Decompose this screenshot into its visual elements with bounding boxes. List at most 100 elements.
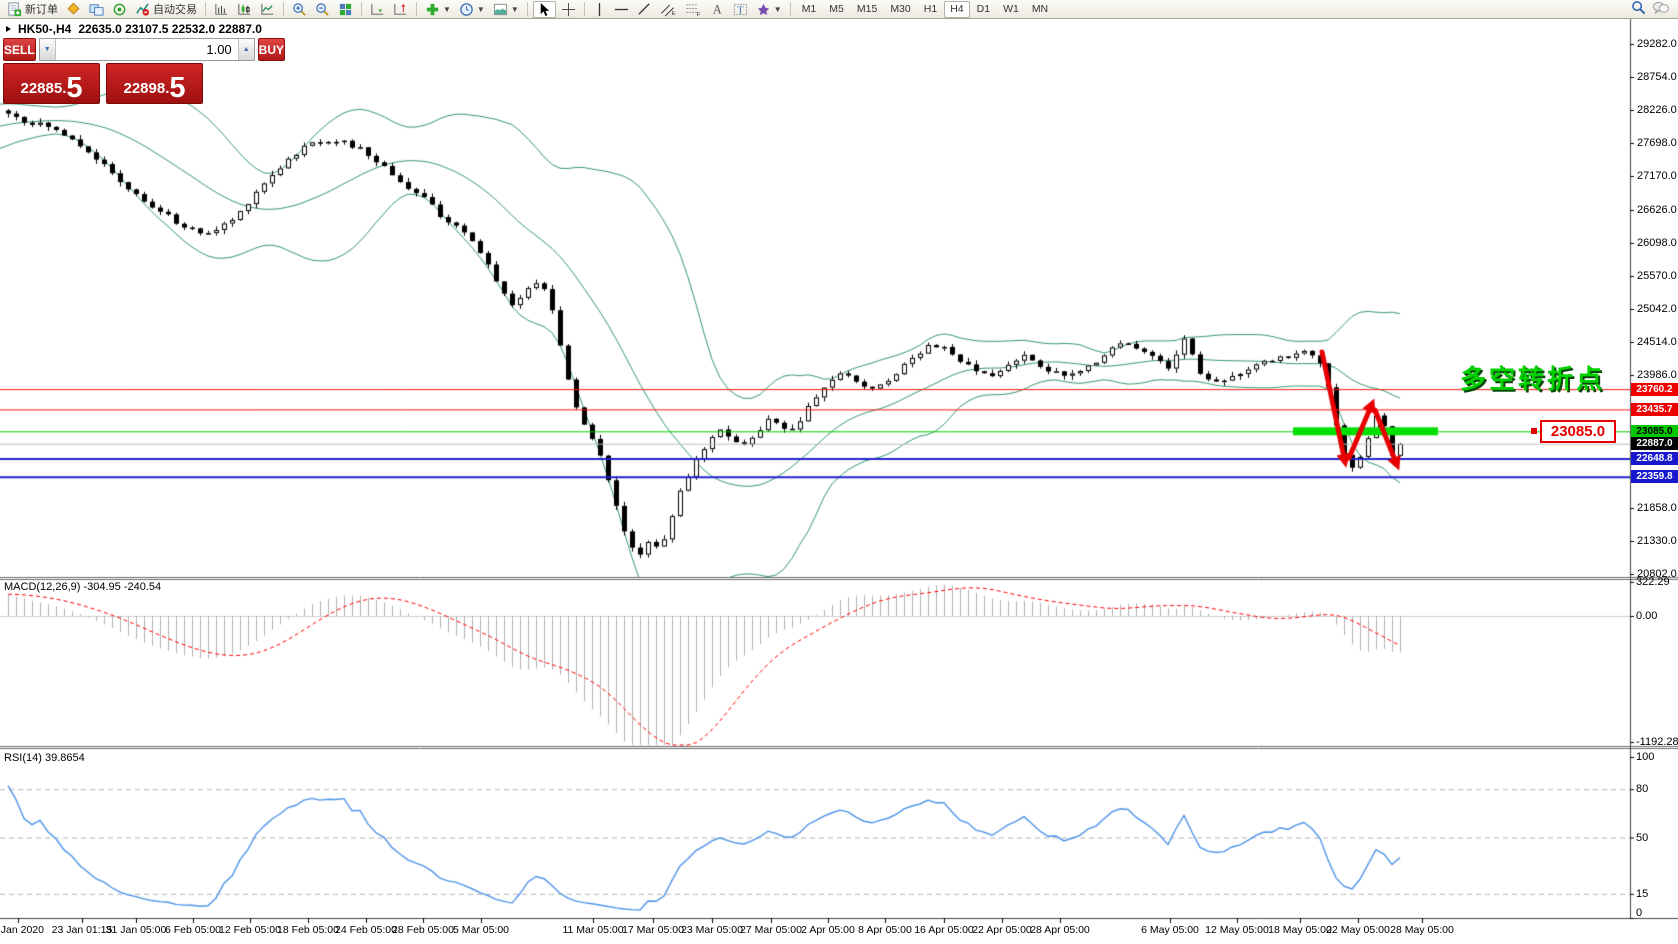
new-order-button[interactable]: 新订单: [4, 1, 61, 18]
equidistant-channel-icon: E: [660, 2, 677, 17]
timeframe-H4[interactable]: H4: [944, 0, 970, 18]
buy-price-panel[interactable]: 22898 . 5: [106, 63, 203, 104]
chat-icon[interactable]: [1652, 0, 1670, 18]
volume-input[interactable]: [55, 39, 238, 60]
new-order-icon: [7, 1, 22, 17]
volume-decrease-button[interactable]: ▼: [39, 39, 56, 60]
time-tick-label: 22 Apr 05:00: [972, 924, 1032, 936]
toolbar-separator: [789, 2, 791, 16]
zoom-out-button[interactable]: [312, 1, 333, 18]
svg-text:T: T: [737, 5, 744, 16]
timeframe-group: M1 M5 M15 M30 H1 H4 D1 W1 MN: [796, 0, 1054, 18]
rsi-tick-label: 50: [1636, 831, 1649, 844]
zoom-in-button[interactable]: [289, 1, 310, 18]
time-tick-label: 23 Mar 05:00: [681, 924, 743, 936]
search-icon[interactable]: [1631, 0, 1646, 18]
signal-button[interactable]: [109, 1, 130, 18]
timeframe-M15[interactable]: M15: [851, 1, 883, 18]
time-tick-label: 18 May 05:00: [1268, 924, 1332, 936]
price-tick-label: 25570.0: [1637, 270, 1677, 282]
highlighter-button[interactable]: [63, 1, 84, 18]
price-tick-label: 21858.0: [1637, 502, 1677, 514]
buy-button[interactable]: BUY: [257, 38, 286, 61]
time-tick-label: 6 May 05:00: [1141, 924, 1199, 936]
time-tick-label: 27 Mar 05:00: [740, 924, 802, 936]
autotrade-button[interactable]: 自动交易: [132, 1, 200, 18]
line-chart-icon: [260, 2, 275, 17]
toolbar-separator: [283, 2, 284, 16]
trendline-icon: [637, 2, 652, 17]
timeframe-M5[interactable]: M5: [823, 1, 850, 18]
horizontal-line-button[interactable]: [611, 1, 632, 18]
toolbar-separator: [583, 2, 585, 16]
svg-text:F: F: [697, 12, 701, 17]
add-indicator-button[interactable]: ▼: [422, 1, 454, 18]
fibonacci-button[interactable]: F: [682, 1, 705, 18]
cursor-button[interactable]: [532, 0, 556, 18]
chevron-down-icon: ▼: [773, 4, 782, 14]
text-button[interactable]: A: [707, 1, 728, 18]
time-tick-label: 28 Feb 05:00: [392, 924, 454, 936]
sell-price-main: 22885: [20, 80, 63, 97]
price-tick-label: 24514.0: [1637, 336, 1677, 348]
toolbar-separator: [205, 2, 206, 16]
timeframe-D1[interactable]: D1: [971, 1, 996, 18]
level-callout-anchor: [1531, 428, 1537, 434]
macd-tick-label: 322.29: [1636, 575, 1670, 588]
sell-price-big: 5: [66, 72, 83, 104]
vertical-line-button[interactable]: [590, 1, 609, 18]
chart-title: HK50-,H4 22635.0 23107.5 22532.0 22887.0: [6, 22, 262, 36]
sell-price-panel[interactable]: 22885 . 5: [3, 63, 100, 104]
chevron-down-icon: ▼: [510, 4, 519, 14]
channel-button[interactable]: E: [657, 1, 680, 18]
time-tick-label: 23 Jan 01:15: [51, 924, 113, 936]
candle-chart-button[interactable]: [234, 1, 255, 18]
period-button[interactable]: ▼: [456, 1, 488, 18]
auto-scroll-button[interactable]: [367, 1, 388, 18]
timeframe-M30[interactable]: M30: [884, 1, 916, 18]
autotrade-label: 自动交易: [153, 4, 197, 16]
volume-increase-button[interactable]: ▲: [237, 39, 254, 60]
timeframe-MN[interactable]: MN: [1026, 1, 1054, 18]
template-icon: [493, 2, 508, 17]
text-label-button[interactable]: T: [730, 1, 751, 18]
signal-icon: [112, 2, 127, 17]
arrows-button[interactable]: ▼: [753, 1, 785, 18]
timeframe-W1[interactable]: W1: [997, 1, 1025, 18]
time-tick-label: 5 Mar 05:00: [452, 924, 510, 936]
crosshair-button[interactable]: [558, 1, 579, 18]
tile-windows-icon: [338, 2, 353, 17]
template-button[interactable]: ▼: [490, 1, 522, 18]
timeframe-H1[interactable]: H1: [918, 1, 943, 18]
sell-button[interactable]: SELL: [3, 38, 36, 61]
level-callout-label[interactable]: 23085.0: [1540, 420, 1616, 443]
chart-area[interactable]: [0, 0, 1678, 944]
text-icon: A: [710, 2, 725, 17]
toolbar: 新订单 自动交易 ▼ ▼ ▼ E F A T ▼ M1 M5 M15 M30 H…: [0, 0, 1678, 19]
clock-icon: [459, 2, 474, 17]
time-tick-label: 2 Apr 05:00: [801, 924, 855, 936]
price-tick-label: 26626.0: [1637, 204, 1677, 216]
bar-chart-button[interactable]: [211, 1, 232, 18]
time-tick-label: 31 Jan 05:00: [105, 924, 167, 936]
chart-ohlc-label: 22635.0 23107.5 22532.0 22887.0: [78, 22, 262, 36]
chevron-down-icon: ▼: [443, 4, 451, 14]
toolbar-separator: [526, 2, 528, 16]
macd-tick-label: 0.00: [1636, 610, 1658, 622]
horizontal-line-icon: [614, 2, 629, 17]
time-tick-label: 12 Feb 05:00: [219, 924, 281, 936]
trendline-button[interactable]: [634, 1, 655, 18]
chart-shift-button[interactable]: [390, 1, 411, 18]
timeframe-M1[interactable]: M1: [796, 1, 823, 18]
tile-windows-button[interactable]: [335, 1, 356, 18]
auto-scroll-icon: [370, 2, 385, 17]
buy-price-big: 5: [169, 72, 186, 104]
candle-chart-icon: [237, 2, 252, 17]
bar-chart-icon: [214, 2, 229, 17]
one-click-trading-widget: SELL ▼ ▲ BUY 22885 . 5 22898 . 5: [3, 38, 286, 104]
price-level-badge: 23435.7: [1631, 402, 1678, 416]
market-watch-button[interactable]: [86, 1, 107, 18]
highlighter-icon: [66, 2, 81, 17]
market-watch-icon: [89, 2, 104, 17]
line-chart-button[interactable]: [257, 1, 278, 18]
